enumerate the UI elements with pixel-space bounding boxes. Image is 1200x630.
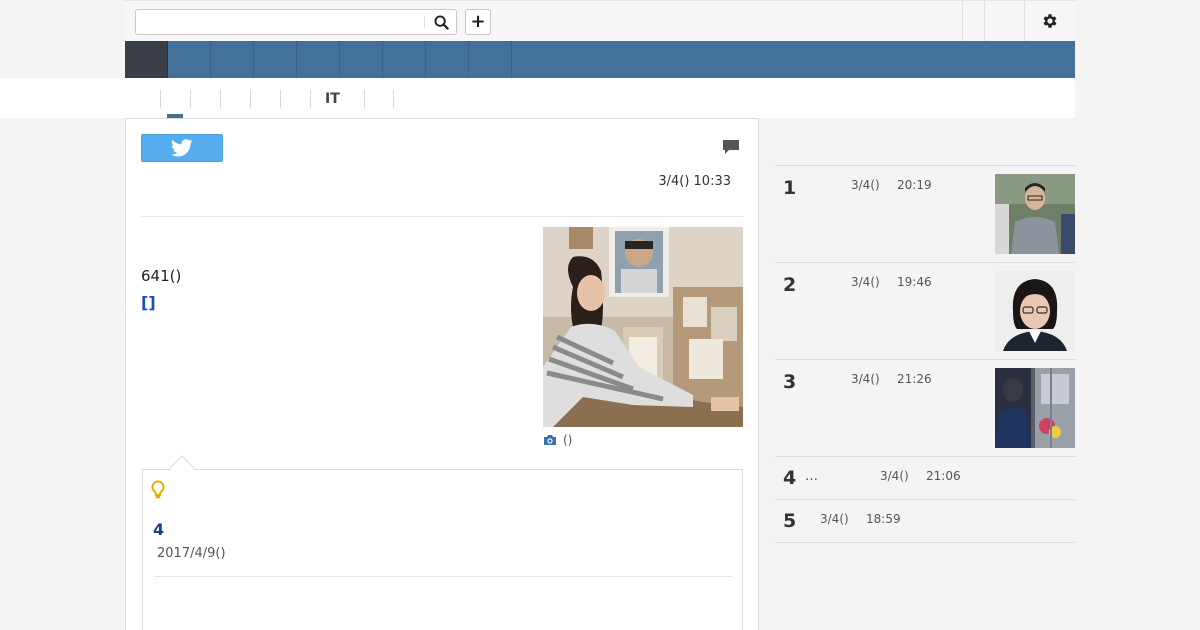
photo-woman-at-desk: [543, 227, 743, 427]
article-column: 3/4() 10:33 641() [] () 4 2017/4/9(): [125, 118, 759, 630]
rank-date: 3/4(): [880, 469, 909, 483]
subnav-item[interactable]: [220, 90, 250, 108]
subnav-item[interactable]: [160, 90, 190, 108]
search-divider: [424, 16, 425, 28]
rank-thumbnail[interactable]: [995, 271, 1075, 351]
photo-train-interior: [995, 368, 1075, 448]
gear-icon: [1043, 14, 1057, 28]
rank-time: 21:06: [926, 469, 961, 483]
rank-number: 4: [783, 467, 797, 489]
article-body: 641(): [141, 267, 182, 285]
rank-time: 18:59: [866, 512, 901, 526]
search-icon: [433, 14, 449, 30]
top-bar: +: [125, 0, 1075, 41]
search-box: [135, 9, 457, 35]
toolbar-divider: [1024, 1, 1025, 41]
ranking-item[interactable]: 2 3/4() 19:46: [775, 262, 1075, 359]
nav-item[interactable]: [340, 41, 383, 78]
ranking-item[interactable]: 3 3/4() 21:26: [775, 359, 1075, 456]
settings-button[interactable]: [1035, 9, 1065, 33]
search-button[interactable]: [430, 12, 452, 32]
lightbulb-icon: [151, 480, 165, 499]
rank-date: 3/4(): [820, 512, 849, 526]
toolbar-divider: [962, 1, 963, 41]
rank-number: 2: [783, 274, 797, 296]
ranking-item[interactable]: 4 … 3/4() 21:06: [775, 456, 1075, 499]
photo-caption-text: (): [563, 433, 573, 447]
rank-time: 20:19: [897, 178, 932, 192]
rank-date: 3/4(): [851, 372, 880, 386]
main-nav: [125, 41, 1075, 78]
nav-item[interactable]: [254, 41, 297, 78]
article-photo[interactable]: [543, 227, 743, 427]
tweet-button[interactable]: [141, 134, 223, 162]
subnav: IT: [160, 90, 394, 110]
search-input[interactable]: [136, 10, 424, 34]
ranking-item[interactable]: 5 3/4() 18:59: [775, 499, 1075, 542]
related-box: [142, 469, 743, 630]
nav-item[interactable]: [426, 41, 469, 78]
rank-title: …: [805, 469, 818, 484]
related-article-date: 2017/4/9(): [157, 546, 226, 561]
article-link[interactable]: []: [141, 293, 156, 312]
comment-icon: [723, 140, 739, 154]
rank-date: 3/4(): [851, 275, 880, 289]
ranking-item[interactable]: 1 3/4() 20:19: [775, 165, 1075, 262]
add-button[interactable]: +: [465, 9, 491, 35]
nav-item[interactable]: [469, 41, 512, 78]
comment-button[interactable]: [722, 139, 742, 157]
article-date: 3/4() 10:33: [658, 174, 731, 189]
divider: [775, 542, 1075, 543]
rank-number: 1: [783, 177, 797, 199]
photo-woman-glasses: [995, 271, 1075, 351]
nav-item[interactable]: [383, 41, 426, 78]
subnav-item[interactable]: [190, 90, 220, 108]
related-article-title[interactable]: 4: [153, 520, 164, 539]
ranking-list: 1 3/4() 20:19 2 3/4() 19:46 3 3/4() 21:2…: [775, 165, 1075, 542]
subnav-item[interactable]: [250, 90, 280, 108]
photo-caption[interactable]: (): [543, 433, 572, 447]
rank-time: 19:46: [897, 275, 932, 289]
related-icon: [151, 480, 167, 500]
rank-date: 3/4(): [851, 178, 880, 192]
rank-thumbnail[interactable]: [995, 368, 1075, 448]
toolbar-divider: [984, 1, 985, 41]
subnav-item[interactable]: [280, 90, 310, 108]
divider: [141, 216, 743, 217]
nav-item-home[interactable]: [125, 41, 168, 78]
subnav-item-it[interactable]: IT: [310, 90, 364, 108]
twitter-icon: [171, 139, 193, 157]
divider: [154, 576, 732, 577]
nav-item[interactable]: [297, 41, 340, 78]
rank-thumbnail[interactable]: [995, 174, 1075, 254]
photo-man-gray-sweater: [995, 174, 1075, 254]
nav-item[interactable]: [168, 41, 211, 78]
nav-item[interactable]: [211, 41, 254, 78]
rank-time: 21:26: [897, 372, 932, 386]
camera-icon: [544, 435, 556, 445]
rank-number: 3: [783, 371, 797, 393]
subnav-item[interactable]: [364, 90, 394, 108]
rank-number: 5: [783, 510, 797, 532]
